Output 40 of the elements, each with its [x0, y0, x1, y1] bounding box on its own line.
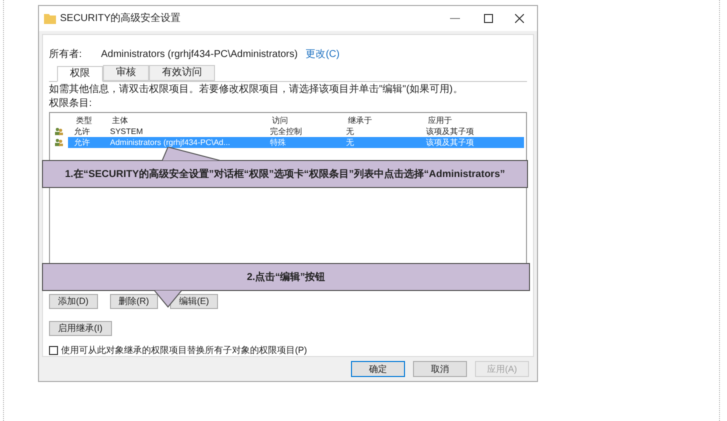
close-icon[interactable]: [515, 14, 524, 23]
tab[interactable]: 有效访问: [149, 65, 215, 81]
table-cell-text: 完全控制: [269, 126, 303, 137]
callout-text: 1.在“SECURITY的高级安全设置”对话框“权限”选项卡“权限条目”列表中点击选择“Administrators”: [64, 167, 506, 182]
table-cell-text: 允许: [73, 137, 91, 148]
column-header[interactable]: 类型: [70, 115, 106, 126]
column-header[interactable]: 继承于: [342, 115, 422, 126]
table-cell-text: 允许: [73, 126, 91, 137]
table-cell-text: 无: [345, 137, 355, 148]
maximize-icon[interactable]: [484, 14, 493, 23]
checkbox-label: 使用可从此对象继承的权限项目替换所有子对象的权限项目(P): [61, 345, 307, 356]
dialog-button[interactable]: 取消: [413, 361, 467, 377]
owner-label: 所有者:: [49, 49, 83, 61]
list-button[interactable]: 编辑(E): [170, 294, 218, 309]
list-button[interactable]: 删除(R): [110, 294, 158, 309]
list-label: 权限条目:: [49, 98, 93, 110]
tab[interactable]: 审核: [103, 65, 149, 81]
users-icon: [55, 138, 63, 147]
table-cell-text: 该项及其子项: [425, 137, 475, 148]
table-cell-text: 该项及其子项: [425, 126, 475, 137]
table-cell-text: 无: [345, 126, 355, 137]
users-icon: [55, 127, 63, 136]
permission-row[interactable]: 允许 SYSTEM 完全控制 无 该项及其子项: [68, 126, 524, 137]
dialog-button[interactable]: 确定: [351, 361, 405, 377]
list-button[interactable]: 添加(D): [49, 294, 98, 309]
table-cell-text: 特殊: [269, 137, 287, 148]
table-cell-text: Administrators (rgrhjf434-PC\Ad...: [109, 137, 232, 148]
table-cell-text: SYSTEM: [109, 126, 144, 137]
folder-icon: [44, 13, 56, 24]
instruction-text: 如需其他信息，请双击权限项目。若要修改权限项目，请选择该项目并单击"编辑"(如果可用)。: [49, 84, 464, 96]
window-title: SECURITY的高级安全设置: [60, 12, 181, 26]
checkbox[interactable]: [49, 346, 58, 355]
column-header[interactable]: 主体: [106, 115, 266, 126]
tab[interactable]: 权限: [57, 66, 103, 82]
enable-inheritance-button[interactable]: 启用继承(I): [49, 321, 112, 336]
column-header[interactable]: 访问: [266, 115, 342, 126]
column-header[interactable]: 应用于: [422, 115, 526, 126]
change-owner-link[interactable]: 更改(C): [306, 49, 340, 61]
owner-value: Administrators (rgrhjf434-PC\Administrators): [101, 49, 298, 61]
callout-text: 2.点击“编辑”按钮: [246, 270, 326, 284]
